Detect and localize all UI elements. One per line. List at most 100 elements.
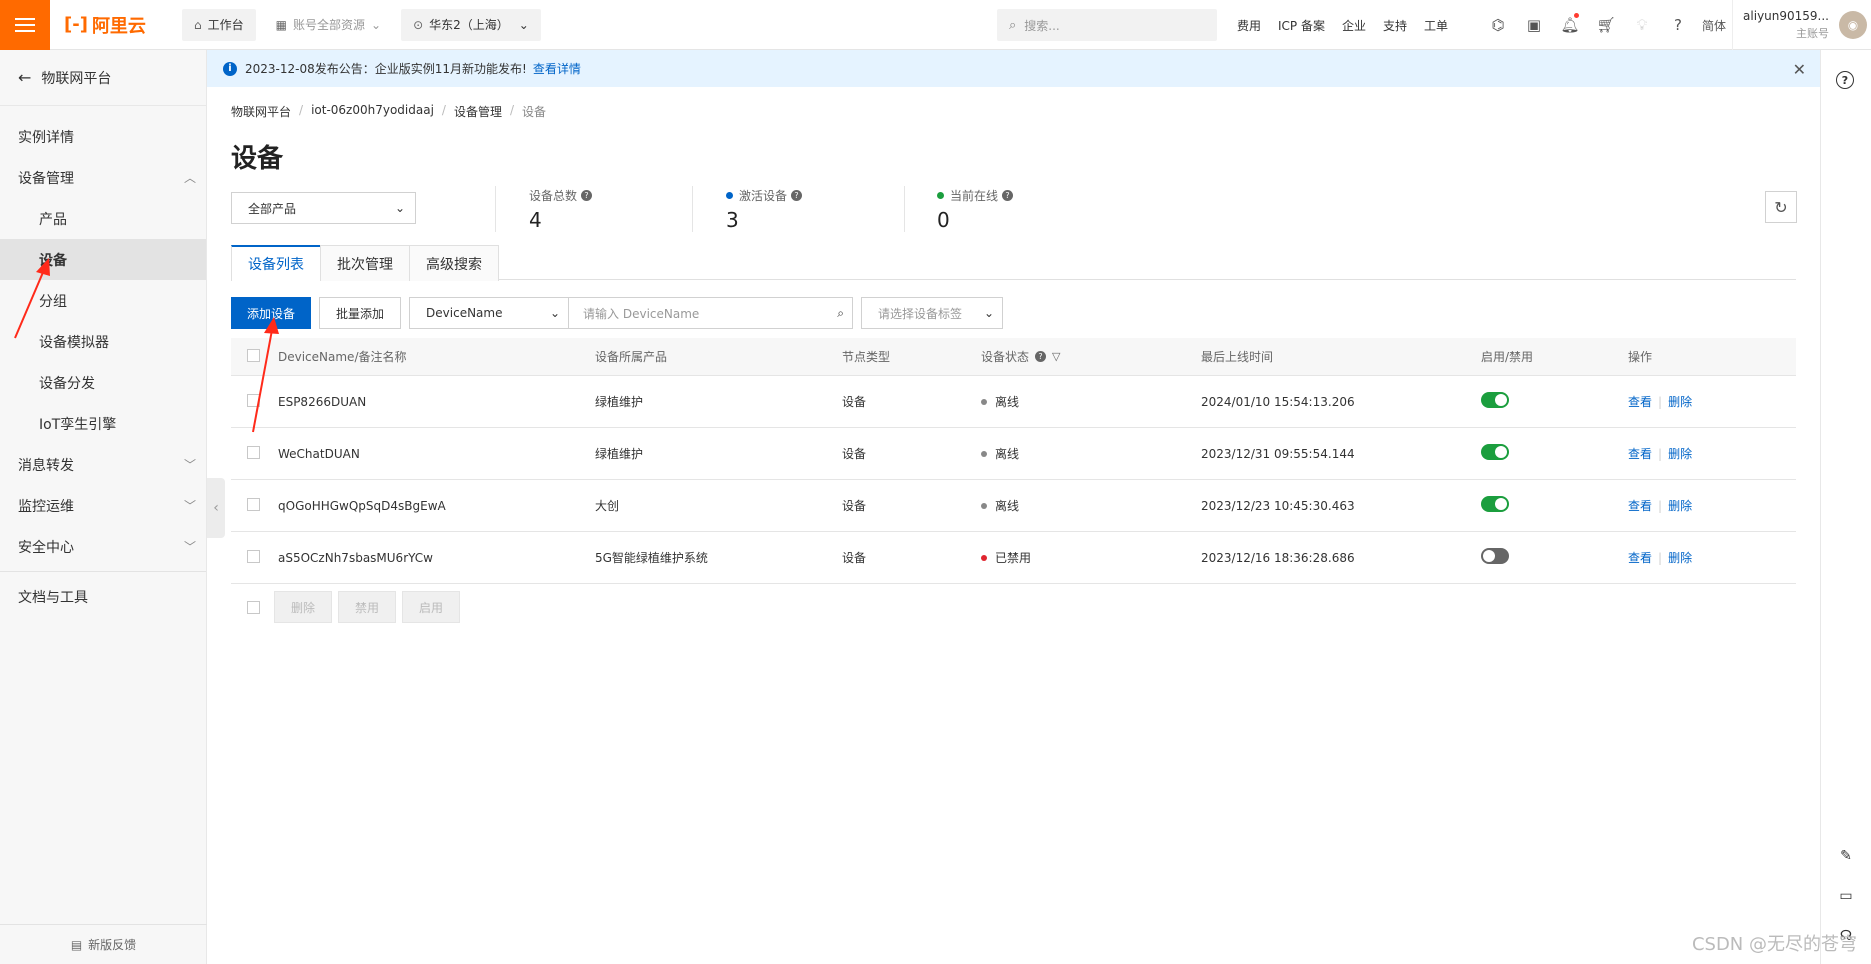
view-link[interactable]: 查看: [1628, 551, 1652, 565]
sidebar-item-product[interactable]: 产品: [0, 198, 206, 239]
bulk-select-checkbox[interactable]: [247, 600, 260, 614]
bell-icon[interactable]: 🔔︎: [1552, 13, 1588, 34]
code-icon[interactable]: ⌬: [1480, 16, 1516, 34]
user-role: 主账号: [1796, 27, 1829, 40]
bulk-actions: 删除 禁用 启用: [231, 591, 461, 623]
question-icon[interactable]: ?: [1035, 351, 1047, 362]
sidebar-item-docs-tools[interactable]: 文档与工具: [0, 576, 206, 617]
delete-link[interactable]: 删除: [1668, 551, 1692, 565]
enable-toggle[interactable]: [1481, 392, 1509, 408]
column-header: DeviceName/备注名称: [278, 350, 407, 364]
node-type: 设备: [842, 499, 867, 513]
workbench-button[interactable]: ⌂ 工作台: [182, 8, 256, 41]
terminal-icon[interactable]: ▣: [1516, 16, 1552, 34]
divider: [495, 186, 496, 232]
sidebar-back-link[interactable]: ← 物联网平台: [0, 50, 206, 106]
table-row: WeChatDUAN 绿植维护 设备 离线 2023/12/31 09:55:5…: [231, 428, 1796, 480]
product-select[interactable]: 全部产品 ⌄: [231, 192, 416, 224]
avatar[interactable]: ◉: [1839, 11, 1867, 39]
global-search-input[interactable]: ⌕ 搜索...: [997, 9, 1217, 41]
question-icon[interactable]: ?: [581, 190, 593, 201]
user-menu[interactable]: aliyun90159... 主账号 ◉: [1732, 0, 1871, 50]
menu-icon[interactable]: [0, 0, 50, 50]
device-status: 离线: [995, 447, 1020, 461]
toolbar: 添加设备 批量添加 DeviceName ⌄ 请输入 DeviceName ⌕ 请选…: [231, 297, 1004, 329]
device-product: 大创: [595, 499, 620, 513]
row-checkbox[interactable]: [247, 497, 260, 511]
delete-link[interactable]: 删除: [1668, 499, 1692, 513]
select-all-checkbox[interactable]: [247, 348, 260, 362]
help-icon[interactable]: ?: [1660, 16, 1696, 34]
cart-icon[interactable]: 🛒︎: [1588, 16, 1624, 34]
search-icon[interactable]: ⌕: [837, 306, 844, 321]
view-link[interactable]: 查看: [1628, 499, 1652, 513]
column-header: 设备状态: [981, 350, 1030, 364]
sidebar-group-monitoring[interactable]: 监控运维 ﹀: [0, 485, 206, 526]
breadcrumb-item[interactable]: iot-06z00h7yodidaaj: [311, 103, 434, 120]
tab-advanced-search[interactable]: 高级搜索: [409, 245, 499, 281]
sidebar-group-security[interactable]: 安全中心 ﹀: [0, 526, 206, 567]
breadcrumb: 物联网平台 / iot-06z00h7yodidaaj / 设备管理 / 设备: [231, 103, 547, 120]
enable-toggle[interactable]: [1481, 548, 1509, 564]
grid-icon: ▦: [275, 17, 287, 32]
sidebar-item-device-distribution[interactable]: 设备分发: [0, 362, 206, 403]
lightbulb-icon[interactable]: 💡︎: [1624, 16, 1660, 34]
nav-link-icp[interactable]: ICP 备案: [1278, 17, 1325, 34]
sidebar-item-group[interactable]: 分组: [0, 280, 206, 321]
row-checkbox[interactable]: [247, 549, 260, 563]
tab-batch-management[interactable]: 批次管理: [320, 245, 410, 281]
row-checkbox[interactable]: [247, 393, 260, 407]
account-scope-select[interactable]: ▦ 账号全部资源 ⌄: [263, 8, 394, 41]
nav-link-cost[interactable]: 费用: [1237, 17, 1261, 34]
edit-icon[interactable]: ✎: [1836, 846, 1856, 866]
row-checkbox[interactable]: [247, 445, 260, 459]
sidebar-collapse-handle[interactable]: ‹: [207, 478, 225, 538]
view-link[interactable]: 查看: [1628, 395, 1652, 409]
tab-device-list[interactable]: 设备列表: [231, 245, 321, 281]
arrow-left-icon: ←: [18, 68, 32, 87]
question-icon[interactable]: ?: [791, 190, 803, 201]
breadcrumb-item[interactable]: 物联网平台: [231, 103, 291, 120]
feedback-link[interactable]: ▤ 新版反馈: [0, 924, 207, 964]
chevron-up-icon: ︿: [183, 171, 196, 185]
bulk-disable-button[interactable]: 禁用: [338, 591, 397, 623]
enable-toggle[interactable]: [1481, 496, 1509, 512]
nav-link-ticket[interactable]: 工单: [1424, 17, 1448, 34]
breadcrumb-item[interactable]: 设备管理: [454, 103, 502, 120]
bulk-delete-button[interactable]: 删除: [274, 591, 333, 623]
nav-link-enterprise[interactable]: 企业: [1342, 17, 1366, 34]
sidebar-item-device-simulator[interactable]: 设备模拟器: [0, 321, 206, 362]
help-icon[interactable]: ?: [1836, 71, 1854, 89]
last-online-time: 2024/01/10 15:54:13.206: [1201, 394, 1355, 409]
sidebar-group-message-forwarding[interactable]: 消息转发 ﹀: [0, 444, 206, 485]
info-icon: i: [223, 61, 237, 76]
page-title: 设备: [231, 144, 284, 174]
close-icon[interactable]: ✕: [1793, 60, 1806, 79]
device-tag-select[interactable]: 请选择设备标签 ⌄: [861, 297, 1004, 329]
delete-link[interactable]: 删除: [1668, 395, 1692, 409]
enable-toggle[interactable]: [1481, 444, 1509, 460]
batch-add-button[interactable]: 批量添加: [319, 297, 402, 329]
view-link[interactable]: 查看: [1628, 447, 1652, 461]
region-select[interactable]: ⊙ 华东2（上海） ⌄: [401, 8, 541, 41]
language-switch[interactable]: 简体: [1696, 17, 1732, 34]
filter-icon[interactable]: ▽: [1052, 350, 1060, 363]
add-device-button[interactable]: 添加设备: [231, 297, 312, 329]
refresh-button[interactable]: ↻: [1765, 191, 1797, 223]
question-icon[interactable]: ?: [1002, 190, 1014, 201]
chat-icon[interactable]: ▭: [1836, 886, 1856, 906]
nav-link-support[interactable]: 支持: [1383, 17, 1407, 34]
sidebar-item-iot-twin[interactable]: IoT孪生引擎: [0, 403, 206, 444]
sidebar-item-instance-details[interactable]: 实例详情: [0, 116, 206, 157]
bulk-enable-button[interactable]: 启用: [402, 591, 461, 623]
status-dot: [981, 450, 987, 457]
sidebar-item-device[interactable]: 设备: [0, 239, 206, 280]
banner-details-link[interactable]: 查看详情: [533, 60, 581, 77]
node-type: 设备: [842, 551, 867, 565]
last-online-time: 2023/12/16 18:36:28.686: [1201, 550, 1355, 565]
search-field-select[interactable]: DeviceName ⌄: [409, 297, 570, 329]
delete-link[interactable]: 删除: [1668, 447, 1692, 461]
aliyun-logo[interactable]: [-] 阿里云: [64, 12, 174, 38]
sidebar-group-device-management[interactable]: 设备管理 ︿: [0, 157, 206, 198]
device-search-input[interactable]: 请输入 DeviceName ⌕: [569, 297, 854, 329]
